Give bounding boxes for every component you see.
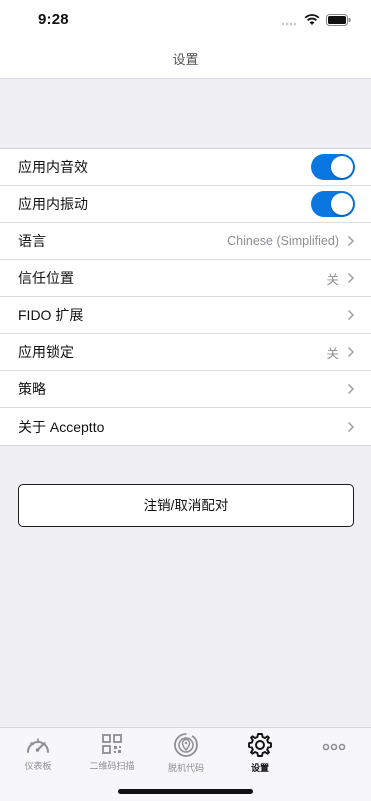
status-time: 9:28 bbox=[38, 11, 69, 28]
setting-row-vibration: 应用内振动 bbox=[0, 186, 371, 223]
tab-offline-code[interactable]: 脱机代码 bbox=[149, 732, 223, 776]
chevron-right-icon bbox=[347, 346, 355, 358]
setting-label-vibration: 应用内振动 bbox=[18, 196, 88, 212]
tab-label: 二维码扫描 bbox=[89, 761, 135, 771]
setting-row-trusted-location[interactable]: 信任位置 关 bbox=[0, 260, 371, 297]
toggle-knob bbox=[331, 156, 353, 178]
setting-row-policy[interactable]: 策略 bbox=[0, 371, 371, 408]
setting-row-language[interactable]: 语言 Chinese (Simplified) bbox=[0, 223, 371, 260]
home-indicator bbox=[118, 789, 253, 794]
chevron-right-icon bbox=[347, 235, 355, 247]
setting-row-sound: 应用内音效 bbox=[0, 149, 371, 186]
status-icons bbox=[281, 14, 351, 26]
tab-label: 脱机代码 bbox=[167, 763, 204, 773]
nav-bar: 设置 bbox=[0, 44, 371, 79]
language-value: Chinese (Simplified) bbox=[227, 234, 339, 248]
setting-row-fido[interactable]: FIDO 扩展 bbox=[0, 297, 371, 334]
chevron-right-icon bbox=[347, 383, 355, 395]
battery-icon bbox=[326, 14, 351, 26]
settings-list: 应用内音效 应用内振动 语言 Chinese (Simplified) 信任位置… bbox=[0, 148, 371, 446]
sound-toggle[interactable] bbox=[311, 154, 355, 180]
setting-label-app-lock: 应用锁定 bbox=[18, 344, 74, 360]
wifi-icon bbox=[304, 14, 320, 25]
gear-icon bbox=[248, 733, 272, 757]
trusted-location-value: 关 bbox=[326, 272, 339, 287]
dashboard-icon bbox=[27, 738, 49, 753]
chevron-right-icon bbox=[347, 309, 355, 321]
tab-settings[interactable]: 设置 bbox=[223, 732, 297, 776]
setting-label-fido: FIDO 扩展 bbox=[18, 307, 84, 323]
setting-label-policy: 策略 bbox=[18, 381, 46, 397]
page-title: 设置 bbox=[172, 52, 199, 67]
tab-label: 仪表板 bbox=[24, 761, 52, 771]
offline-code-icon bbox=[174, 733, 198, 757]
setting-row-about[interactable]: 关于 Acceptto bbox=[0, 408, 371, 445]
tab-qr-scan[interactable]: 二维码扫描 bbox=[75, 732, 149, 776]
setting-label-sound: 应用内音效 bbox=[18, 159, 88, 175]
tab-label: 设置 bbox=[250, 763, 269, 773]
setting-label-about: 关于 Acceptto bbox=[18, 418, 105, 435]
app-lock-value: 关 bbox=[326, 346, 339, 361]
setting-label-trusted-location: 信任位置 bbox=[18, 270, 74, 286]
chevron-right-icon bbox=[347, 272, 355, 284]
setting-row-app-lock[interactable]: 应用锁定 关 bbox=[0, 334, 371, 371]
vibration-toggle[interactable] bbox=[311, 191, 355, 217]
signal-icon bbox=[281, 22, 297, 25]
qr-code-icon bbox=[102, 734, 122, 754]
tab-more[interactable] bbox=[297, 732, 371, 776]
setting-label-language: 语言 bbox=[18, 233, 46, 249]
tab-dashboard[interactable]: 仪表板 bbox=[1, 732, 75, 776]
chevron-right-icon bbox=[347, 421, 355, 432]
more-icon bbox=[322, 743, 346, 751]
logout-unpair-button[interactable]: 注销/取消配对 bbox=[18, 484, 354, 527]
status-bar: 9:28 bbox=[0, 0, 371, 44]
toggle-knob bbox=[331, 193, 353, 215]
